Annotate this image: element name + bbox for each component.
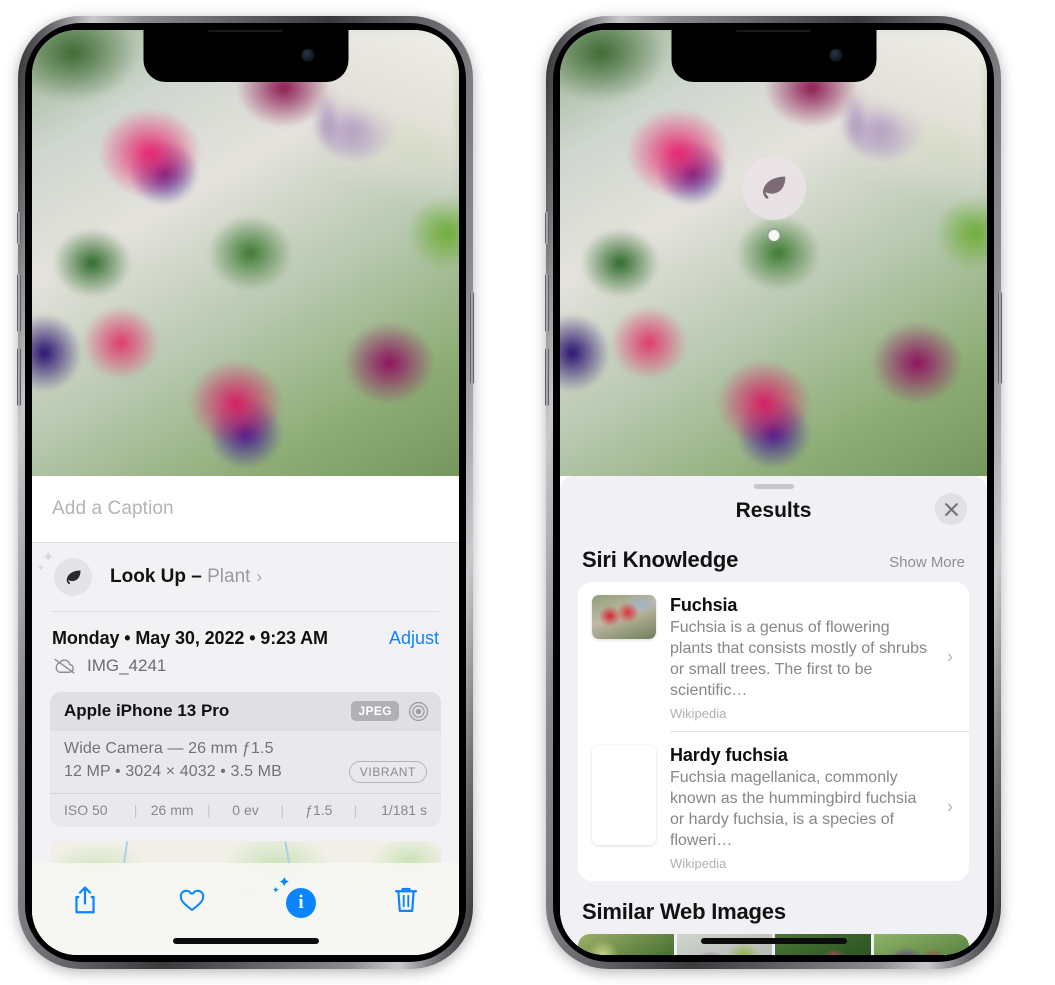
silent-switch-left[interactable]	[17, 212, 21, 244]
visual-lookup-leaf-badge[interactable]	[741, 156, 806, 220]
home-indicator-right[interactable]	[700, 938, 847, 944]
info-glyph: i	[286, 888, 316, 918]
look-up-label: Look Up – Plant	[110, 566, 250, 588]
share-icon	[75, 886, 95, 914]
look-up-icon-wrap: ✦ ✦	[37, 550, 92, 596]
knowledge-thumbnail	[592, 595, 656, 639]
knowledge-title: Hardy fuchsia	[670, 744, 788, 765]
knowledge-title: Fuchsia	[670, 595, 738, 615]
results-sheet: Results Siri Knowledge Show More Fuchsia…	[560, 476, 987, 955]
favorite-button[interactable]	[169, 877, 215, 923]
knowledge-source: Wikipedia	[670, 706, 727, 722]
earpiece-speaker-right	[734, 30, 813, 32]
web-image-thumbnail[interactable]	[873, 934, 969, 955]
photo-viewer-right[interactable]	[560, 30, 987, 476]
exif-shutter: 1/181 s	[381, 801, 427, 818]
chevron-right-icon[interactable]: ›	[947, 646, 953, 667]
exif-exposure: 0 ev	[232, 801, 259, 818]
similar-web-images-title: Similar Web Images	[582, 899, 786, 925]
info-sparkle-icon: ✦ ✦ i	[272, 875, 316, 918]
sparkle-icon-small: ✦	[37, 563, 45, 573]
sparkle-icon-small: ✦	[272, 885, 280, 895]
camera-lens-line: Wide Camera — 26 mm ƒ1.5	[64, 739, 274, 757]
power-button-left[interactable]	[470, 292, 474, 384]
knowledge-text: Fuchsia Fuchsia is a genus of flowering …	[670, 595, 957, 721]
show-more-button[interactable]: Show More	[889, 554, 965, 571]
camera-info-card[interactable]: Apple iPhone 13 Pro JPEG Wide Camera — 2…	[50, 691, 441, 827]
profile-badge: VIBRANT	[348, 760, 427, 783]
camera-card-badges: JPEG	[351, 701, 429, 722]
web-image-thumbnail[interactable]	[578, 934, 674, 955]
notch-left	[143, 30, 348, 82]
photo-filename: IMG_4241	[87, 655, 167, 675]
similar-web-images-header: Similar Web Images	[560, 881, 987, 934]
share-button[interactable]	[62, 877, 108, 923]
info-button[interactable]: ✦ ✦ i	[272, 875, 322, 923]
aperture-icon[interactable]	[408, 701, 429, 722]
photo-date: Monday • May 30, 2022 • 9:23 AM	[52, 627, 328, 648]
phone-screen-left: Add a Caption ✦ ✦ Look Up – Plant › Mond…	[32, 30, 459, 955]
phone-screen-right: Results Siri Knowledge Show More Fuchsia…	[560, 30, 987, 955]
exif-aperture: ƒ1.5	[305, 801, 333, 818]
power-button-right[interactable]	[998, 292, 1002, 384]
camera-card-header: Apple iPhone 13 Pro JPEG	[50, 691, 441, 731]
home-indicator-left[interactable]	[172, 938, 319, 944]
caption-row[interactable]: Add a Caption	[32, 476, 459, 543]
photo-background-blur-right	[858, 30, 987, 236]
volume-down-button-left[interactable]	[17, 348, 21, 406]
sheet-header: Results	[560, 489, 987, 529]
look-up-row[interactable]: ✦ ✦ Look Up – Plant ›	[32, 543, 459, 611]
knowledge-text: Hardy fuchsia Fuchsia magellanica, commo…	[670, 745, 957, 871]
exif-focal: 26 mm	[150, 801, 194, 818]
camera-specs-line: 12 MP • 3024 × 4032 • 3.5 MB	[64, 762, 282, 780]
cloud-slash-icon	[54, 658, 75, 673]
format-badge: JPEG	[351, 701, 399, 721]
sheet-title: Results	[735, 499, 812, 522]
earpiece-speaker-left	[206, 30, 285, 32]
camera-card-body: Wide Camera — 26 mm ƒ1.5 12 MP • 3024 × …	[50, 731, 441, 793]
knowledge-source: Wikipedia	[670, 856, 727, 872]
knowledge-description: Fuchsia magellanica, commonly known as t…	[670, 768, 917, 850]
close-button[interactable]	[935, 493, 967, 525]
knowledge-description: Fuchsia is a genus of flowering plants t…	[670, 619, 927, 700]
camera-specs-row: 12 MP • 3024 × 4032 • 3.5 MB VIBRANT	[64, 760, 427, 783]
filename-row: IMG_4241	[32, 651, 459, 690]
iphone-right: Results Siri Knowledge Show More Fuchsia…	[545, 16, 1002, 969]
leaf-icon	[54, 558, 92, 596]
photo-background-blur	[330, 30, 459, 236]
look-up-subject: Plant	[207, 566, 251, 587]
volume-down-button-right[interactable]	[545, 348, 549, 406]
date-row: Monday • May 30, 2022 • 9:23 AM Adjust	[32, 612, 459, 651]
camera-device-name: Apple iPhone 13 Pro	[64, 701, 230, 720]
silent-switch-right[interactable]	[545, 212, 549, 244]
look-up-prefix: Look Up –	[110, 566, 208, 587]
caption-input[interactable]: Add a Caption	[52, 498, 439, 520]
siri-knowledge-title: Siri Knowledge	[582, 547, 739, 572]
camera-exif-row: ISO 50 | 26 mm | 0 ev | ƒ1.5 | 1/181 s	[50, 792, 441, 827]
leaf-icon	[762, 176, 785, 199]
notch-right	[671, 30, 876, 82]
chevron-right-icon[interactable]: ›	[947, 796, 953, 817]
knowledge-item-fuchsia[interactable]: Fuchsia Fuchsia is a genus of flowering …	[578, 582, 969, 731]
close-icon	[944, 502, 958, 516]
knowledge-item-hardy-fuchsia[interactable]: Hardy fuchsia Fuchsia magellanica, commo…	[578, 732, 969, 881]
visual-lookup-anchor-dot	[768, 230, 779, 241]
volume-up-button-right[interactable]	[545, 274, 549, 332]
photo-viewer[interactable]	[32, 30, 459, 476]
chevron-right-icon[interactable]: ›	[256, 567, 262, 587]
front-camera-left	[301, 49, 314, 62]
siri-knowledge-card: Fuchsia Fuchsia is a genus of flowering …	[578, 582, 969, 882]
heart-icon	[179, 889, 205, 911]
siri-knowledge-header: Siri Knowledge Show More	[560, 529, 987, 582]
screenshot-stage: Add a Caption ✦ ✦ Look Up – Plant › Mond…	[0, 0, 1055, 985]
trash-icon	[394, 887, 418, 912]
front-camera-right	[829, 49, 842, 62]
delete-button[interactable]	[383, 877, 429, 923]
adjust-button[interactable]: Adjust	[389, 628, 439, 649]
volume-up-button-left[interactable]	[17, 274, 21, 332]
knowledge-thumbnail	[592, 745, 656, 845]
iphone-left: Add a Caption ✦ ✦ Look Up – Plant › Mond…	[17, 16, 474, 969]
exif-iso: ISO 50	[64, 801, 108, 818]
